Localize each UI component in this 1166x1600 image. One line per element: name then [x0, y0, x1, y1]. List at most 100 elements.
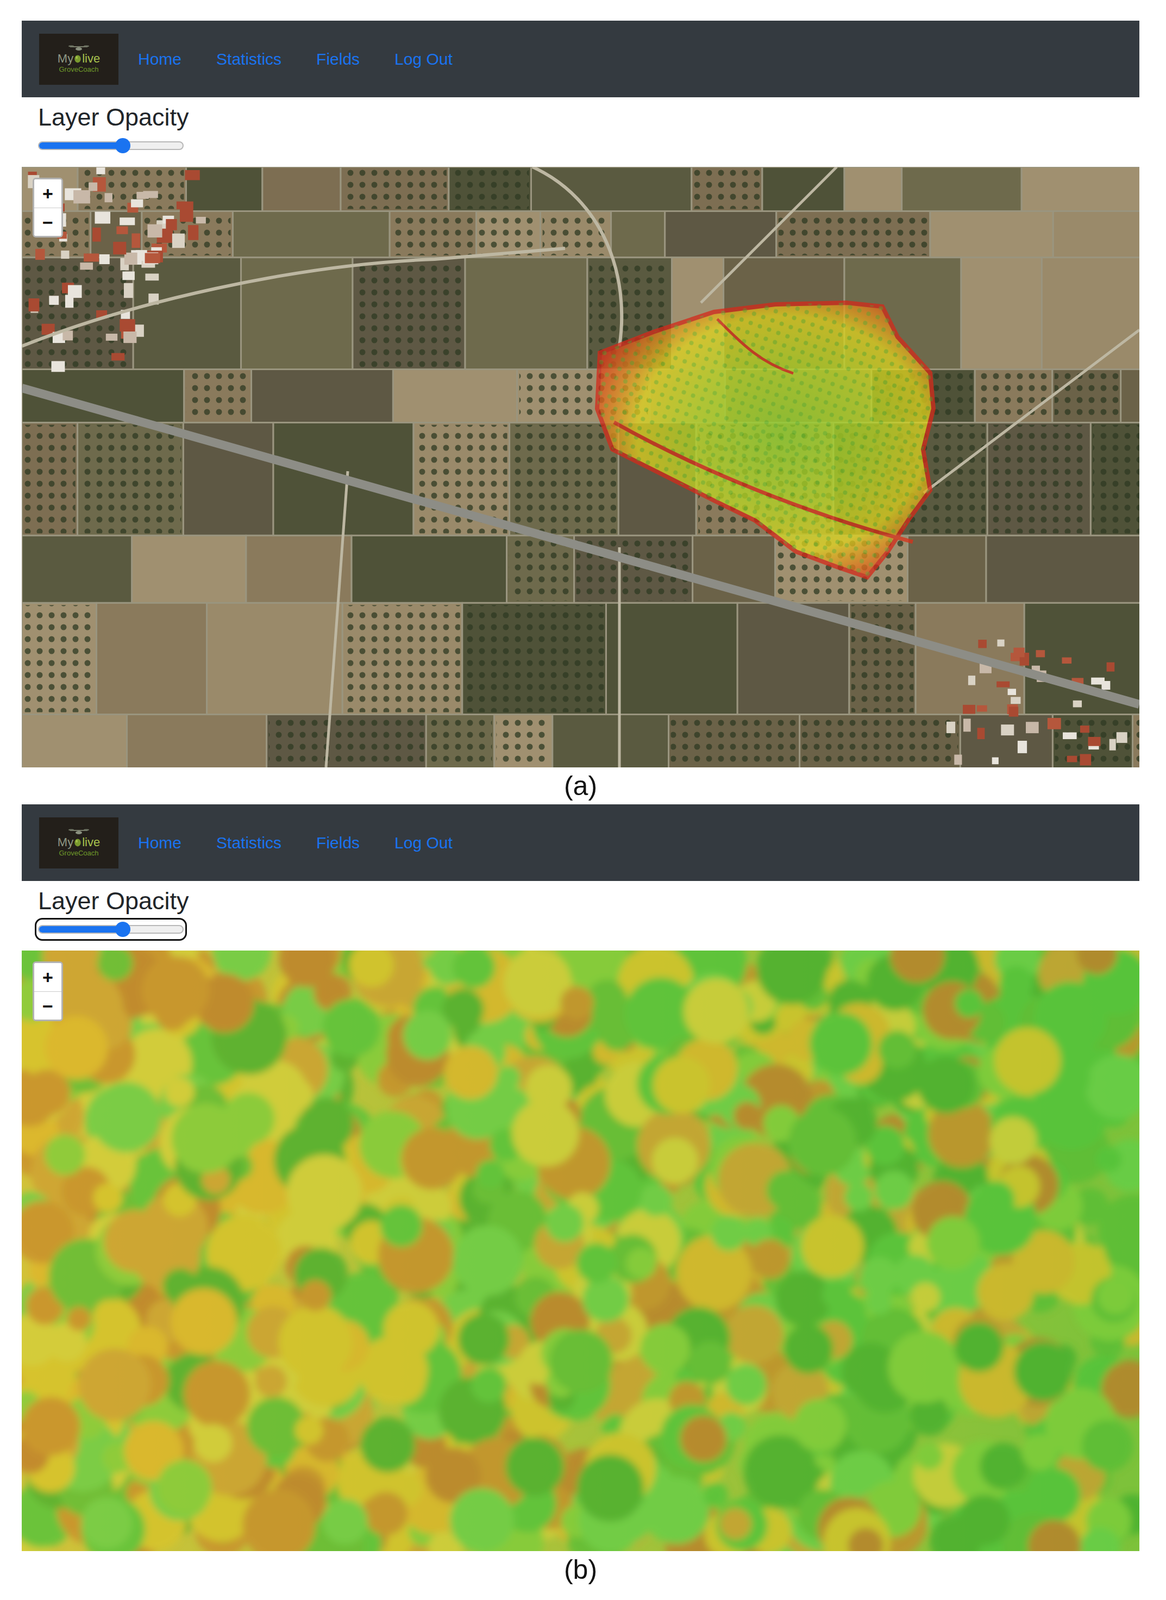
tree-crown — [170, 1288, 237, 1354]
opacity-slider[interactable] — [38, 920, 184, 938]
field — [425, 714, 494, 768]
tree-crown — [379, 1204, 423, 1247]
houses — [27, 167, 1127, 766]
logo-suffix: live — [82, 835, 100, 849]
house — [184, 170, 200, 181]
nav-link[interactable]: Fields — [316, 49, 360, 69]
tree-crown — [1027, 1519, 1081, 1551]
drone-icon — [67, 44, 90, 53]
app-screenshot: MyliveGroveCoach Home Statistics Fields Log … — [21, 20, 1140, 768]
tree-crown — [1013, 1341, 1074, 1401]
logo[interactable]: MyliveGroveCoach — [39, 817, 119, 869]
tree-crown — [1097, 1277, 1135, 1315]
tree-crown — [775, 1270, 832, 1327]
olive-icon — [73, 53, 82, 64]
field — [668, 714, 800, 768]
zoom-in-button[interactable]: + — [34, 179, 62, 208]
roads — [21, 166, 1140, 768]
house — [996, 681, 1010, 688]
olive-trees — [342, 168, 447, 210]
zoom-out-button[interactable]: − — [34, 207, 62, 236]
nav-link[interactable]: Log Out — [394, 833, 453, 852]
house — [1062, 732, 1077, 739]
nav-link[interactable]: Fields — [316, 833, 360, 852]
opacity-label: Layer Opacity — [38, 886, 1140, 916]
olive-trees — [1054, 716, 1131, 768]
tree-crown — [452, 1225, 523, 1295]
house — [963, 718, 971, 732]
tree-crown — [80, 1496, 146, 1551]
map[interactable]: +− — [21, 166, 1140, 768]
slider-thumb[interactable] — [115, 921, 131, 937]
field — [21, 714, 128, 768]
house — [1036, 649, 1046, 657]
tree-crown — [44, 1133, 86, 1176]
tree-crown — [1021, 1433, 1058, 1470]
olive-trees — [801, 716, 959, 768]
main-road — [21, 387, 1140, 705]
tree-crown — [254, 1364, 287, 1397]
tree-crown — [1081, 1419, 1134, 1472]
tree-crown — [954, 988, 984, 1018]
field — [901, 166, 1023, 212]
tree-crown — [281, 1079, 313, 1111]
house — [51, 360, 66, 372]
field — [987, 422, 1091, 536]
house — [1008, 706, 1019, 717]
tree-crown — [994, 1027, 1061, 1094]
field — [611, 211, 666, 258]
house — [962, 704, 976, 714]
slider-thumb[interactable] — [115, 138, 131, 154]
tree-crown — [242, 1488, 316, 1551]
house — [94, 211, 111, 224]
field — [530, 166, 692, 212]
nav-link[interactable]: Statistics — [216, 49, 282, 69]
tree-crown — [1098, 1194, 1140, 1267]
opacity-slider[interactable] — [38, 137, 184, 154]
zoom-out-button[interactable]: − — [34, 991, 62, 1020]
nav-link[interactable]: Statistics — [216, 833, 282, 852]
field — [232, 211, 390, 258]
tree-crown — [299, 1280, 331, 1312]
tree-crown — [66, 1306, 92, 1332]
field — [552, 714, 669, 768]
field — [352, 257, 466, 370]
tree-crown — [848, 1527, 884, 1551]
tree-crown — [286, 1154, 363, 1231]
field — [184, 368, 252, 423]
field — [960, 714, 1053, 768]
tree-crown — [642, 1476, 710, 1544]
tree-crown — [1095, 1145, 1122, 1172]
zoom-in-button[interactable]: + — [34, 962, 62, 992]
house — [88, 182, 98, 192]
nav-link[interactable]: Log Out — [394, 49, 453, 69]
logo[interactable]: MyliveGroveCoach — [39, 33, 119, 85]
house — [79, 262, 93, 270]
tree-crown — [496, 1064, 522, 1090]
tree-crown — [156, 1459, 212, 1515]
tree-crown — [164, 1076, 194, 1107]
satellite-map[interactable] — [21, 166, 1140, 768]
zoom-control: +− — [32, 177, 64, 238]
tree-crown — [684, 978, 749, 1044]
nav-links: Home Statistics Fields Log Out — [138, 833, 453, 852]
logo-tagline: GroveCoach — [59, 848, 99, 858]
field — [799, 714, 961, 768]
figure-panel: MyliveGroveCoach Home Statistics Fields Log … — [21, 20, 1140, 805]
olive-trees — [693, 168, 761, 210]
nav-link[interactable]: Home — [138, 49, 182, 69]
field — [665, 211, 777, 258]
olive-trees — [671, 716, 798, 768]
field — [262, 166, 341, 212]
tree-crown — [359, 1417, 416, 1473]
field — [465, 257, 588, 370]
olive-trees — [464, 604, 605, 712]
tree-crown — [475, 1159, 506, 1189]
olive-trees — [23, 604, 95, 712]
nav-link[interactable]: Home — [138, 833, 182, 852]
navbar: MyliveGroveCoach Home Statistics Fields Log … — [21, 804, 1140, 881]
vegetation-closeup[interactable] — [21, 950, 1140, 1551]
map[interactable]: +− — [21, 950, 1140, 1551]
tree-crown — [449, 1487, 514, 1551]
house — [968, 675, 976, 685]
